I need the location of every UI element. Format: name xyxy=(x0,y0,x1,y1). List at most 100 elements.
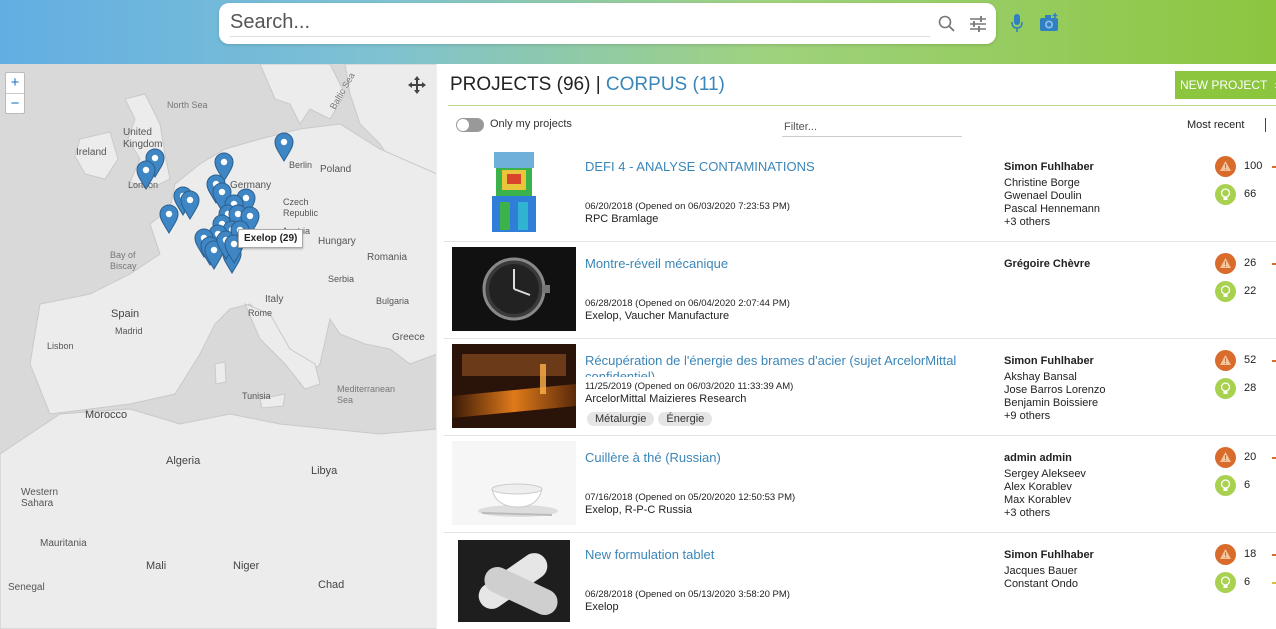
lightbulb-icon xyxy=(1215,184,1236,205)
sort-divider xyxy=(1265,118,1266,132)
move-arrows-icon[interactable] xyxy=(407,75,427,95)
zoom-out-button[interactable]: − xyxy=(6,93,24,113)
row-edge-marker xyxy=(1272,554,1276,556)
project-lead[interactable]: admin admin xyxy=(1004,452,1086,465)
map-label-hungary: Hungary xyxy=(318,236,356,247)
map-label-senegal: Senegal xyxy=(8,582,45,593)
member-more[interactable]: +3 others xyxy=(1004,507,1086,520)
problems-count: 18 xyxy=(1244,548,1257,560)
project-thumbnail[interactable] xyxy=(452,247,576,331)
projects-panel: PROJECTS (96) | CORPUS (11) NEW PROJECT … xyxy=(444,64,1276,629)
map-marker-icon[interactable] xyxy=(136,160,156,190)
warning-triangle-icon xyxy=(1215,253,1236,274)
problems-count: 20 xyxy=(1244,451,1257,463)
projects-map[interactable]: + − North Sea Baltic Sea United Kingdom … xyxy=(0,64,437,629)
member-name: Jose Barros Lorenzo xyxy=(1004,384,1106,396)
map-label-lisbon: Lisbon xyxy=(47,341,74,351)
project-thumbnail[interactable] xyxy=(452,538,576,622)
ideas-count: 28 xyxy=(1244,382,1257,394)
row-edge-marker xyxy=(1272,263,1276,265)
only-my-projects-label: Only my projects xyxy=(490,118,572,130)
project-thumbnail[interactable] xyxy=(452,344,576,428)
map-label-mali: Mali xyxy=(146,560,167,572)
map-label-algeria: Algeria xyxy=(166,455,201,467)
member-name: Christine Borge xyxy=(1004,177,1080,189)
projects-tab[interactable]: PROJECTS (96) xyxy=(450,74,590,95)
project-title-link[interactable]: Cuillère à thé (Russian) xyxy=(585,450,985,466)
member-name: Pascal Hennemann xyxy=(1004,203,1101,215)
filter-sliders-icon[interactable] xyxy=(967,13,989,35)
lightbulb-icon xyxy=(1215,475,1236,496)
project-title-link[interactable]: Récupération de l'énergie des brames d'a… xyxy=(585,353,985,377)
top-header-bar xyxy=(0,0,1276,64)
map-marker-icon[interactable] xyxy=(180,190,200,220)
problems-count: 26 xyxy=(1244,257,1257,269)
filter-input[interactable] xyxy=(782,117,962,137)
map-label-italy: Italy xyxy=(265,294,284,305)
map-label-poland: Poland xyxy=(320,164,352,175)
project-row[interactable]: DEFI 4 - ANALYSE CONTAMINATIONS 06/20/20… xyxy=(444,145,1276,242)
project-row[interactable]: New formulation tablet 06/28/2018 (Opene… xyxy=(444,533,1276,629)
project-thumbnail[interactable] xyxy=(452,150,576,234)
member-more[interactable]: +3 others xyxy=(1004,216,1100,229)
project-lead[interactable]: Simon Fuhlhaber xyxy=(1004,549,1094,562)
warning-triangle-icon xyxy=(1215,447,1236,468)
ideas-count: 66 xyxy=(1244,188,1257,200)
member-name: Sergey Alekseev xyxy=(1004,468,1086,480)
search-icon[interactable] xyxy=(936,13,958,35)
row-edge-marker xyxy=(1272,166,1276,168)
project-date: 06/28/2018 (Opened on 05/13/2020 3:58:20… xyxy=(585,589,790,600)
project-date: 11/25/2019 (Opened on 06/03/2020 11:33:3… xyxy=(585,381,794,392)
row-edge-marker xyxy=(1272,582,1276,584)
map-label-libya: Libya xyxy=(311,465,338,477)
project-row[interactable]: Montre-réveil mécanique 06/28/2018 (Open… xyxy=(444,242,1276,339)
project-members: Simon Fuhlhaber Christine Borge Gwenael … xyxy=(1004,161,1100,229)
project-title-link[interactable]: New formulation tablet xyxy=(585,547,985,563)
tag-chip[interactable]: Énergie xyxy=(658,412,713,426)
warning-triangle-icon xyxy=(1215,156,1236,177)
map-label-western-sahara: Western Sahara xyxy=(21,487,59,509)
member-more[interactable]: +9 others xyxy=(1004,410,1106,423)
only-my-projects-toggle[interactable] xyxy=(456,118,484,132)
project-lead[interactable]: Simon Fuhlhaber xyxy=(1004,355,1106,368)
map-label-romania: Romania xyxy=(367,252,408,263)
project-date: 07/16/2018 (Opened on 05/20/2020 12:50:5… xyxy=(585,492,796,503)
map-label-madrid: Madrid xyxy=(115,326,143,336)
corpus-tab[interactable]: CORPUS (11) xyxy=(606,74,725,95)
new-project-label: NEW PROJECT xyxy=(1180,78,1268,92)
warning-triangle-icon xyxy=(1215,544,1236,565)
map-label-niger: Niger xyxy=(233,560,260,572)
map-label-czech: Czech Republic xyxy=(283,197,319,218)
project-lead[interactable]: Grégoire Chèvre xyxy=(1004,258,1090,271)
map-label-greece: Greece xyxy=(392,332,425,343)
project-title-link[interactable]: Montre-réveil mécanique xyxy=(585,256,985,272)
project-row[interactable]: Récupération de l'énergie des brames d'a… xyxy=(444,339,1276,436)
project-members: admin admin Sergey Alekseev Alex Korable… xyxy=(1004,452,1086,520)
map-label-mediterranean: Mediterranean Sea xyxy=(337,384,396,405)
sort-dropdown[interactable]: Most recent xyxy=(1187,119,1244,131)
search-box xyxy=(219,3,996,44)
project-organization: ArcelorMittal Maizieres Research xyxy=(585,393,747,405)
member-name: Jacques Bauer xyxy=(1004,565,1078,577)
map-label-spain: Spain xyxy=(111,308,140,320)
zoom-in-button[interactable]: + xyxy=(6,73,24,93)
project-title-link[interactable]: DEFI 4 - ANALYSE CONTAMINATIONS xyxy=(585,159,985,175)
search-input[interactable] xyxy=(230,9,930,37)
problems-count: 100 xyxy=(1244,160,1263,172)
project-organization: Exelop xyxy=(585,601,619,613)
tag-chip[interactable]: Métalurgie xyxy=(587,412,655,426)
new-project-button[interactable]: NEW PROJECT › xyxy=(1175,71,1276,99)
project-thumbnail[interactable] xyxy=(452,441,576,525)
map-marker-icon[interactable] xyxy=(274,132,294,162)
project-row[interactable]: Cuillère à thé (Russian) 07/16/2018 (Ope… xyxy=(444,436,1276,533)
title-separator: | xyxy=(595,74,601,95)
map-marker-icon[interactable] xyxy=(159,204,179,234)
project-lead[interactable]: Simon Fuhlhaber xyxy=(1004,161,1100,174)
map-label-north-sea: North Sea xyxy=(167,100,208,110)
project-date: 06/20/2018 (Opened on 06/03/2020 7:23:53… xyxy=(585,201,790,212)
microphone-icon[interactable] xyxy=(1008,12,1026,34)
member-name: Gwenael Doulin xyxy=(1004,190,1082,202)
camera-icon[interactable] xyxy=(1038,12,1060,34)
map-label-mauritania: Mauritania xyxy=(40,538,87,549)
map-label-bay-of-biscay: Bay of Biscay xyxy=(110,250,137,271)
